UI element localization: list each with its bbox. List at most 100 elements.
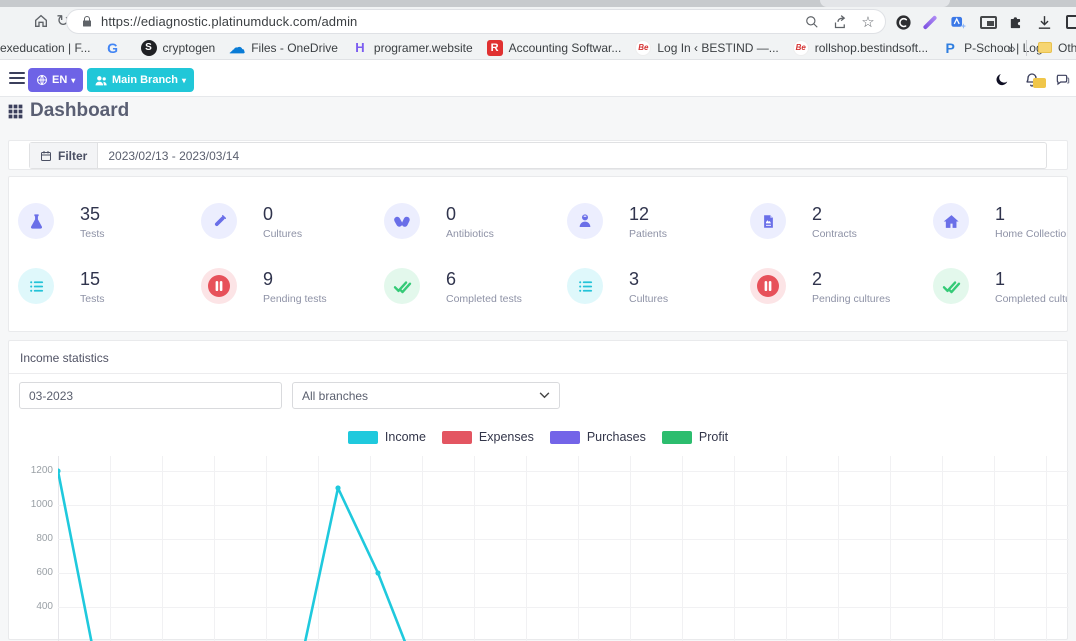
bestind-favicon: Be xyxy=(635,40,651,56)
stat-pending-tests: 9Pending tests xyxy=(201,268,384,305)
zoom-icon[interactable] xyxy=(801,11,823,33)
language-dropdown-button[interactable]: EN ▾ xyxy=(28,68,83,92)
swirl-extension-icon[interactable] xyxy=(893,12,913,32)
translate-ai-extension-icon[interactable] xyxy=(948,12,968,32)
menu-toggle-icon[interactable] xyxy=(9,72,25,84)
filter-card: Filter xyxy=(8,140,1068,170)
browser-home-icon[interactable] xyxy=(30,10,52,32)
y-axis-tick: 1000 xyxy=(21,499,53,510)
branch-dropdown-button[interactable]: Main Branch ▾ xyxy=(87,68,194,92)
notifications-bell-icon[interactable] xyxy=(1022,70,1042,90)
bookmark-cryptogen[interactable]: S cryptogen xyxy=(141,40,216,56)
y-axis-tick: 400 xyxy=(21,601,53,612)
bookmark-onedrive[interactable]: ☁ Files - OneDrive xyxy=(229,40,338,56)
list-icon xyxy=(567,268,603,304)
branch-label: Main Branch xyxy=(112,74,178,86)
bookmark-accounting[interactable]: R Accounting Softwar... xyxy=(487,40,622,56)
other-bookmarks-folder[interactable]: Othe xyxy=(1038,41,1076,55)
chevron-down-icon: ▾ xyxy=(71,76,75,85)
list-icon xyxy=(18,268,54,304)
profit-swatch xyxy=(662,431,692,444)
bookmark-star-icon[interactable]: ☆ xyxy=(857,11,879,33)
pause-circle-icon xyxy=(201,268,237,304)
stat-patients: 12Patients xyxy=(567,203,750,240)
legend-purchases: Purchases xyxy=(550,430,646,444)
stat-label: Cultures xyxy=(263,228,302,240)
stat-label: Cultures xyxy=(629,293,668,305)
share-icon[interactable] xyxy=(829,11,851,33)
stat-value: 1 xyxy=(995,269,1005,289)
flask-icon xyxy=(18,203,54,239)
chevron-down-icon xyxy=(539,392,550,399)
purchases-swatch xyxy=(550,431,580,444)
page-title: Dashboard xyxy=(30,100,129,122)
y-axis-tick: 1200 xyxy=(21,465,53,476)
stat-completed-cultures: 1Completed cultures xyxy=(933,268,1068,305)
side-panel-icon[interactable] xyxy=(1064,12,1076,32)
filter-addon: Filter xyxy=(30,143,98,168)
extensions-puzzle-icon[interactable] xyxy=(1006,12,1026,32)
filter-label: Filter xyxy=(58,149,87,163)
double-check-icon xyxy=(933,268,969,304)
url-text[interactable]: https://ediagnostic.platinumduck.com/adm… xyxy=(101,14,357,29)
stat-tests-total: 15Tests xyxy=(18,268,201,305)
pen-extension-icon[interactable] xyxy=(920,12,940,32)
bookmark-exeducation[interactable]: exeducation | F... xyxy=(0,41,91,55)
income-line-chart[interactable] xyxy=(58,456,1069,641)
stat-value: 15 xyxy=(80,269,100,289)
stat-label: Tests xyxy=(80,228,105,240)
home-icon xyxy=(933,203,969,239)
stat-tests: 35Tests xyxy=(18,203,201,240)
stat-label: Antibiotics xyxy=(446,228,494,240)
bookmarks-divider xyxy=(1026,40,1027,56)
legend-expenses: Expenses xyxy=(442,430,534,444)
home-glyph xyxy=(33,13,49,29)
bookmarks-bar: exeducation | F... G S cryptogen ☁ Files… xyxy=(0,36,1076,60)
bookmark-label: Log In ‹ BESTIND —... xyxy=(657,41,778,55)
bookmark-rollshop[interactable]: Be rollshop.bestindsoft... xyxy=(793,40,928,56)
dark-mode-moon-icon[interactable] xyxy=(992,70,1012,90)
users-icon xyxy=(95,75,108,86)
branch-select[interactable]: All branches xyxy=(292,382,560,409)
onedrive-favicon: ☁ xyxy=(229,40,245,56)
address-bar[interactable]: https://ediagnostic.platinumduck.com/adm… xyxy=(66,9,886,34)
bookmark-label: rollshop.bestindsoft... xyxy=(815,41,928,55)
language-label: EN xyxy=(52,74,67,86)
date-range-input[interactable] xyxy=(98,143,1046,168)
stat-label: Contracts xyxy=(812,228,857,240)
stats-row-1: 35Tests 0Cultures 0Antibiotics 12Patient… xyxy=(18,203,1068,240)
stat-value: 2 xyxy=(812,269,822,289)
stat-value: 6 xyxy=(446,269,456,289)
double-check-icon xyxy=(384,268,420,304)
bookmark-google[interactable]: G xyxy=(105,40,127,56)
tab-notch xyxy=(820,0,950,7)
legend-label: Income xyxy=(385,430,426,444)
picture-in-picture-icon[interactable] xyxy=(978,12,998,32)
bookmark-label: programer.website xyxy=(374,41,473,55)
income-card-title: Income statistics xyxy=(20,351,109,365)
bookmark-programer-website[interactable]: H programer.website xyxy=(352,40,473,56)
branch-select-value: All branches xyxy=(302,389,368,403)
stat-value: 0 xyxy=(263,204,273,224)
bookmark-bestind-login[interactable]: Be Log In ‹ BESTIND —... xyxy=(635,40,778,56)
bookmark-label: Files - OneDrive xyxy=(251,41,338,55)
browser-tab-strip xyxy=(0,0,1076,7)
stat-value: 2 xyxy=(812,204,822,224)
patient-icon xyxy=(567,203,603,239)
stat-completed-tests: 6Completed tests xyxy=(384,268,567,305)
pills-icon xyxy=(384,203,420,239)
legend-label: Profit xyxy=(699,430,728,444)
bookmark-pschool[interactable]: P P-School | Login xyxy=(942,40,1052,56)
bookmarks-overflow-chevron[interactable]: » xyxy=(1008,40,1016,56)
bookmark-label: exeducation | F... xyxy=(0,41,91,55)
bookmark-label: Accounting Softwar... xyxy=(509,41,622,55)
y-axis-tick: 600 xyxy=(21,567,53,578)
month-picker-input[interactable]: 03-2023 xyxy=(19,382,282,409)
programer-favicon: H xyxy=(352,40,368,56)
downloads-icon[interactable] xyxy=(1034,12,1054,32)
messages-chat-icon[interactable] xyxy=(1052,70,1072,90)
stat-value: 3 xyxy=(629,269,639,289)
income-swatch xyxy=(348,431,378,444)
folder-label: Othe xyxy=(1058,41,1076,55)
stat-pending-cultures: 2Pending cultures xyxy=(750,268,933,305)
